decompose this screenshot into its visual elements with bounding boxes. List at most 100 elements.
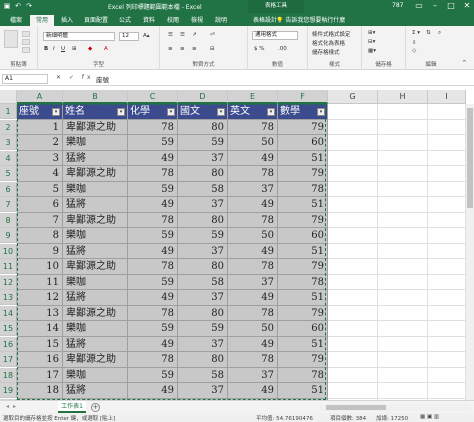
table-cell[interactable]: 58	[178, 181, 228, 197]
table-cell[interactable]: 14	[17, 321, 63, 337]
cell-empty[interactable]	[378, 150, 428, 166]
tell-me-search[interactable]: 💡 告訴我您想要執行什麼	[276, 15, 345, 24]
table-cell[interactable]: 卑鄙源之助	[63, 305, 128, 321]
table-cell[interactable]: 12	[17, 290, 63, 306]
table-cell[interactable]: 樂咖	[63, 135, 128, 151]
column-header-c[interactable]: C	[128, 90, 178, 104]
cell-empty[interactable]	[428, 290, 466, 306]
table-cell[interactable]: 80	[178, 212, 228, 228]
table-cell[interactable]: 78	[128, 259, 178, 275]
column-header-d[interactable]: D	[178, 90, 228, 104]
cell-empty[interactable]	[428, 336, 466, 352]
table-cell[interactable]: 80	[178, 119, 228, 135]
cell-empty[interactable]	[328, 383, 378, 399]
table-cell[interactable]: 猛將	[63, 383, 128, 399]
table-cell[interactable]: 78	[228, 212, 278, 228]
column-header-f[interactable]: F	[278, 90, 328, 104]
cell-empty[interactable]	[428, 150, 466, 166]
filter-dropdown-icon[interactable]: ▾	[267, 108, 275, 116]
table-header-cell[interactable]: 英文 ▾	[228, 104, 278, 120]
number-format-select[interactable]: 通用格式	[252, 31, 298, 40]
tab-file[interactable]: 檔案	[4, 15, 28, 26]
cell-empty[interactable]	[428, 321, 466, 337]
tab-review[interactable]: 校閱	[162, 15, 184, 26]
cell-empty[interactable]	[328, 352, 378, 368]
formula-buttons[interactable]: ✕ ✓ fx	[56, 74, 94, 81]
table-cell[interactable]: 78	[228, 166, 278, 182]
table-cell[interactable]: 51	[278, 336, 328, 352]
cell-empty[interactable]	[378, 228, 428, 244]
table-cell[interactable]: 樂咖	[63, 274, 128, 290]
table-cell[interactable]: 78	[278, 367, 328, 383]
table-cell[interactable]: 49	[228, 336, 278, 352]
table-cell[interactable]: 79	[278, 352, 328, 368]
font-name-select[interactable]: 新細明體	[43, 32, 115, 41]
cell-empty[interactable]	[428, 181, 466, 197]
row-header[interactable]: 15	[0, 321, 17, 336]
cell-empty[interactable]	[328, 119, 378, 135]
find-select-icon[interactable]: ⌕	[438, 30, 441, 37]
column-header-a[interactable]: A	[17, 90, 63, 104]
table-cell[interactable]: 49	[228, 383, 278, 399]
merge-center-icon[interactable]: ⊟	[210, 46, 215, 52]
horizontal-scroll-thumb[interactable]	[326, 405, 386, 410]
formula-input[interactable]: 座號	[96, 74, 109, 84]
cell-empty[interactable]	[378, 290, 428, 306]
table-header-cell[interactable]: 姓名 ▾	[63, 104, 128, 120]
currency-icon[interactable]: $ %	[254, 46, 264, 52]
tab-page-layout[interactable]: 頁面配置	[80, 15, 112, 26]
table-cell[interactable]: 16	[17, 352, 63, 368]
cell-empty[interactable]	[378, 274, 428, 290]
borders-icon[interactable]: ⊞	[72, 46, 77, 52]
table-cell[interactable]: 79	[278, 119, 328, 135]
underline-button[interactable]: U	[61, 46, 65, 52]
cell-empty[interactable]	[328, 104, 378, 120]
table-cell[interactable]: 78	[128, 119, 178, 135]
autosum-icon[interactable]: Σ ▾	[412, 30, 420, 36]
row-header[interactable]: 17	[0, 352, 17, 367]
view-mode-icons[interactable]: ▦ ▣ ▥	[420, 414, 439, 420]
font-size-select[interactable]: 12	[119, 32, 139, 41]
cell-empty[interactable]	[428, 119, 466, 135]
table-cell[interactable]: 49	[128, 150, 178, 166]
table-cell[interactable]: 8	[17, 228, 63, 244]
cell-empty[interactable]	[328, 336, 378, 352]
table-cell[interactable]: 6	[17, 197, 63, 213]
cell-empty[interactable]	[378, 119, 428, 135]
table-cell[interactable]: 78	[228, 305, 278, 321]
table-cell[interactable]: 5	[17, 181, 63, 197]
table-cell[interactable]: 78	[128, 166, 178, 182]
column-header-b[interactable]: B	[63, 90, 128, 104]
cell-empty[interactable]	[428, 383, 466, 399]
table-cell[interactable]: 猛將	[63, 243, 128, 259]
table-cell[interactable]: 卑鄙源之助	[63, 166, 128, 182]
table-cell[interactable]: 卑鄙源之助	[63, 119, 128, 135]
vertical-scrollbar[interactable]	[466, 104, 474, 400]
table-cell[interactable]: 50	[228, 135, 278, 151]
cell-empty[interactable]	[378, 336, 428, 352]
column-header-e[interactable]: E	[228, 90, 278, 104]
sheet-nav-arrows[interactable]: ◂▸	[6, 403, 20, 410]
row-header[interactable]: 2	[0, 119, 17, 135]
table-cell[interactable]: 37	[178, 290, 228, 306]
column-header-i[interactable]: I	[428, 90, 466, 104]
table-cell[interactable]: 猛將	[63, 290, 128, 306]
cell-empty[interactable]	[378, 259, 428, 275]
table-cell[interactable]: 7	[17, 212, 63, 228]
table-cell[interactable]: 49	[228, 243, 278, 259]
table-cell[interactable]: 78	[128, 305, 178, 321]
bold-button[interactable]: B	[44, 46, 48, 52]
column-header-g[interactable]: G	[328, 90, 378, 104]
align-right-icon[interactable]: ≡	[192, 46, 197, 52]
table-cell[interactable]: 15	[17, 336, 63, 352]
table-cell[interactable]: 49	[128, 383, 178, 399]
table-cell[interactable]: 37	[228, 274, 278, 290]
clear-icon[interactable]: ◇	[412, 48, 416, 54]
row-header[interactable]: 6	[0, 181, 17, 197]
table-cell[interactable]: 79	[278, 212, 328, 228]
table-cell[interactable]: 4	[17, 166, 63, 182]
table-cell[interactable]: 51	[278, 383, 328, 399]
table-cell[interactable]: 80	[178, 352, 228, 368]
row-header[interactable]: 10	[0, 243, 17, 259]
table-cell[interactable]: 79	[278, 259, 328, 275]
